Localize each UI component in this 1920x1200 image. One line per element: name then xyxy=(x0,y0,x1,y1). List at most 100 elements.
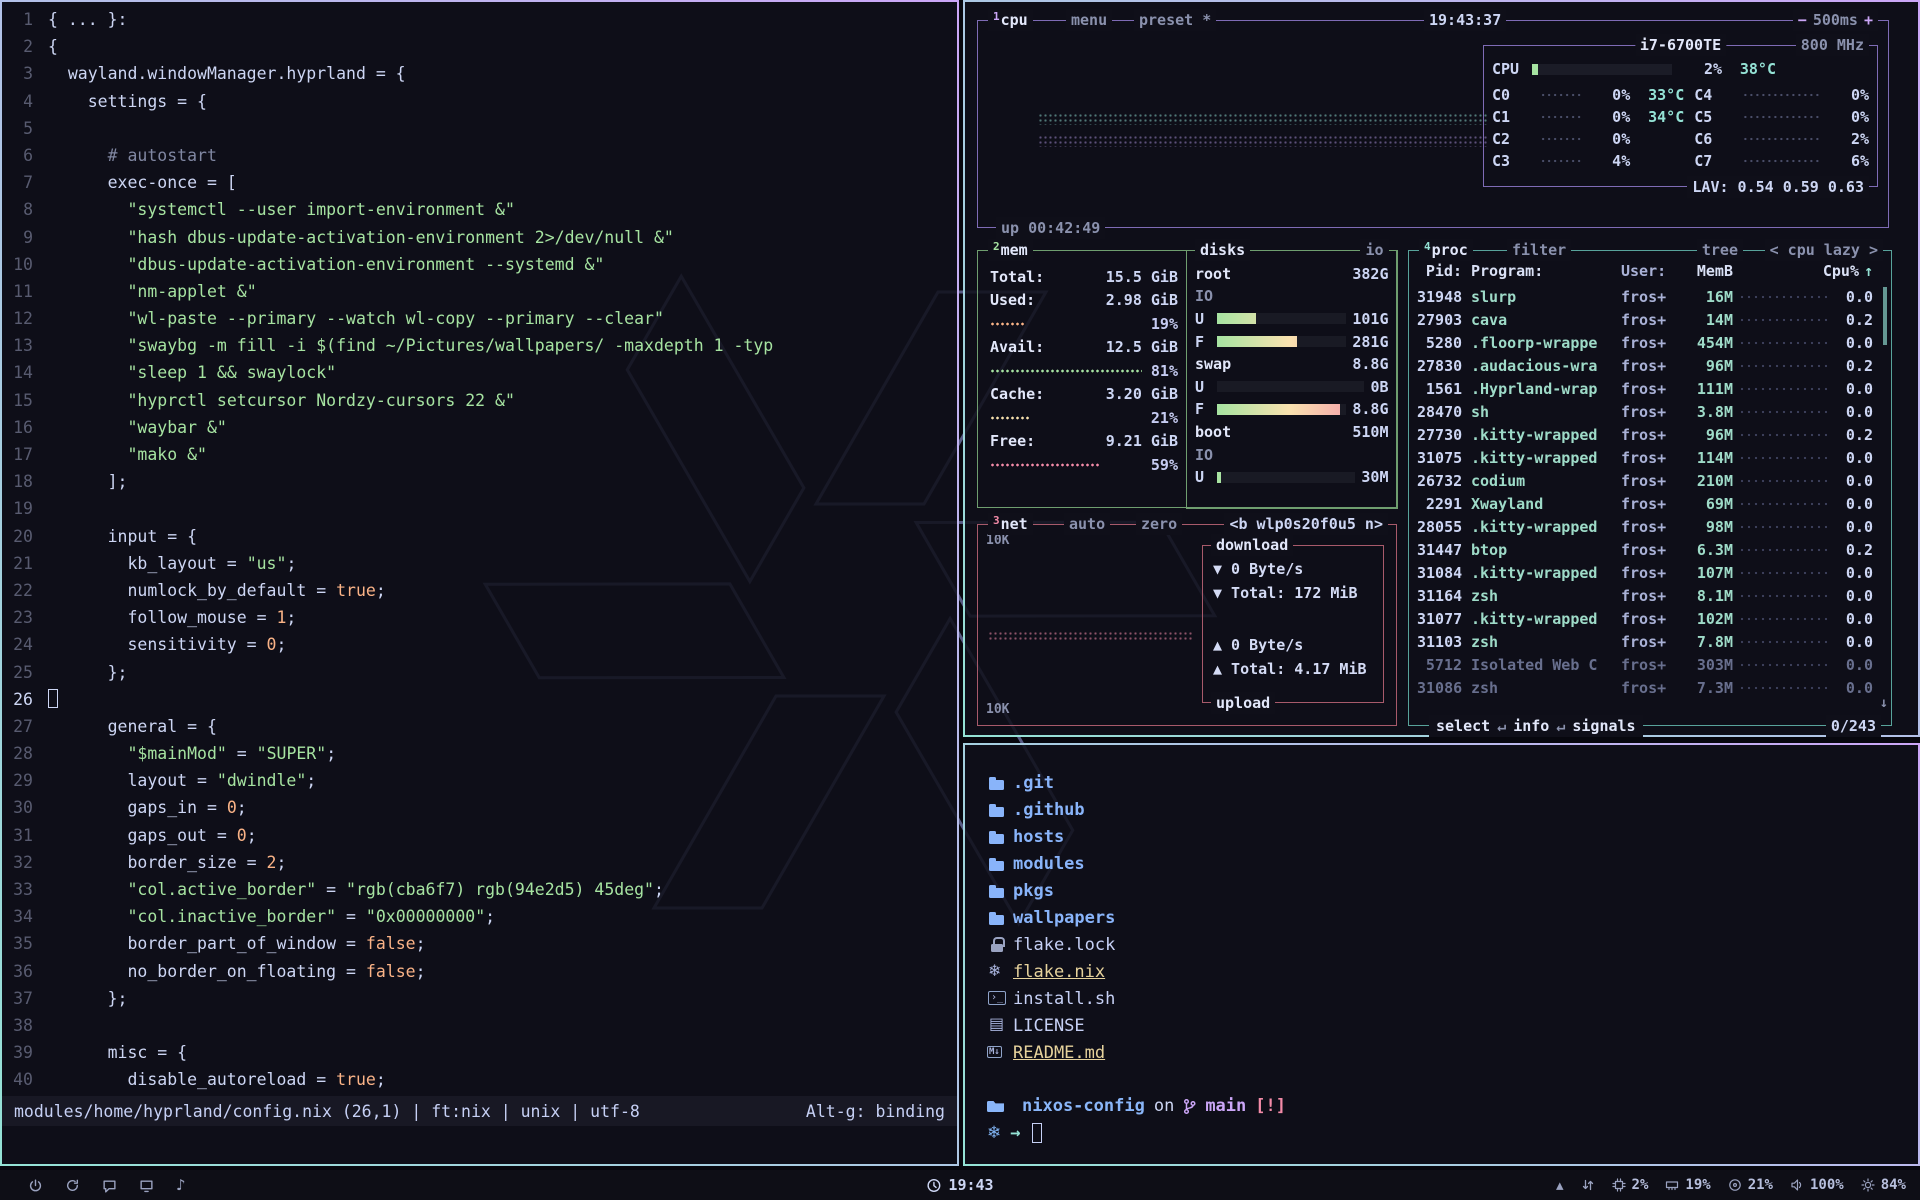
code-line[interactable]: 16 "waybar &" xyxy=(2,414,957,441)
proc-scrollbar[interactable] xyxy=(1883,287,1887,345)
process-row[interactable]: 31447btopfros+6.3M0.2 xyxy=(1417,538,1873,561)
process-row[interactable]: 27903cavafros+14M0.2 xyxy=(1417,308,1873,331)
code-line[interactable]: 27 general = { xyxy=(2,713,957,740)
process-row[interactable]: 26732codiumfros+210M0.0 xyxy=(1417,469,1873,492)
code-area[interactable]: 1{ ... }:2{3 wayland.windowManager.hyprl… xyxy=(2,6,957,1094)
cpu-box-title[interactable]: 1cpu xyxy=(988,9,1033,31)
signals-action[interactable]: signals xyxy=(1572,717,1635,735)
code-line[interactable]: 36 no_border_on_floating = false; xyxy=(2,958,957,985)
display-icon[interactable] xyxy=(139,1178,154,1193)
header-pid[interactable]: Pid: xyxy=(1417,262,1471,280)
process-row[interactable]: 31075.kitty-wrappedfros+114M0.0 xyxy=(1417,446,1873,469)
process-row[interactable]: 5712Isolated Web Cfros+303M0.0 xyxy=(1417,653,1873,676)
code-line[interactable]: 30 gaps_in = 0; xyxy=(2,794,957,821)
proc-footer-actions[interactable]: select↵info↵signals xyxy=(1429,715,1643,737)
header-memory[interactable]: MemB xyxy=(1681,262,1733,280)
code-line[interactable]: 33 "col.active_border" = "rgb(cba6f7) rg… xyxy=(2,876,957,903)
scroll-down-icon[interactable]: ↓ xyxy=(1880,695,1888,711)
code-line[interactable]: 39 misc = { xyxy=(2,1039,957,1066)
process-row[interactable]: 31086zshfros+7.3M0.0 xyxy=(1417,676,1873,699)
tray-expand-icon[interactable]: ▴ xyxy=(1556,1176,1564,1194)
preset-button[interactable]: preset * xyxy=(1134,9,1216,31)
music-icon[interactable]: ♪ xyxy=(176,1176,186,1194)
process-row[interactable]: 27730.kitty-wrappedfros+96M0.2 xyxy=(1417,423,1873,446)
brightness-module[interactable]: 84% xyxy=(1861,1177,1906,1193)
code-line[interactable]: 17 "mako &" xyxy=(2,441,957,468)
code-line[interactable]: 12 "wl-paste --primary --watch wl-copy -… xyxy=(2,305,957,332)
header-cpu[interactable]: Cpu% xyxy=(1821,262,1859,280)
code-line[interactable]: 9 "hash dbus-update-activation-environme… xyxy=(2,224,957,251)
process-row[interactable]: 1561.Hyprland-wrapfros+111M0.0 xyxy=(1417,377,1873,400)
header-program[interactable]: Program: xyxy=(1471,262,1621,280)
code-line[interactable]: 28 "$mainMod" = "SUPER"; xyxy=(2,740,957,767)
code-line[interactable]: 8 "systemctl --user import-environment &… xyxy=(2,196,957,223)
select-action[interactable]: select xyxy=(1436,717,1490,735)
code-line[interactable]: 25 }; xyxy=(2,659,957,686)
volume-module[interactable]: 100% xyxy=(1790,1177,1844,1193)
code-line[interactable]: 19 xyxy=(2,495,957,522)
net-auto-button[interactable]: auto xyxy=(1064,513,1110,535)
process-row[interactable]: 31077.kitty-wrappedfros+102M0.0 xyxy=(1417,607,1873,630)
code-line[interactable]: 40 disable_autoreload = true; xyxy=(2,1066,957,1093)
shell-input-line[interactable]: ❄ → xyxy=(987,1123,1918,1143)
code-line[interactable]: 1{ ... }: xyxy=(2,6,957,33)
info-action[interactable]: info xyxy=(1513,717,1549,735)
header-user[interactable]: User: xyxy=(1621,262,1681,280)
interval-increase[interactable]: + xyxy=(1864,11,1873,29)
proc-sort-selector[interactable]: < cpu lazy > xyxy=(1765,239,1883,261)
code-line[interactable]: 11 "nm-applet &" xyxy=(2,278,957,305)
net-zero-button[interactable]: zero xyxy=(1136,513,1182,535)
code-line[interactable]: 23 follow_mouse = 1; xyxy=(2,604,957,631)
cpu-usage-module[interactable]: 2% xyxy=(1612,1177,1649,1193)
code-line[interactable]: 4 settings = { xyxy=(2,88,957,115)
menu-button[interactable]: menu xyxy=(1066,9,1112,31)
proc-box-title[interactable]: 4proc xyxy=(1419,239,1473,261)
disks-io-toggle[interactable]: io xyxy=(1360,239,1388,261)
code-line[interactable]: 14 "sleep 1 && swaylock" xyxy=(2,359,957,386)
net-box-title[interactable]: 3net xyxy=(988,513,1033,535)
process-row[interactable]: 27830.audacious-wrafros+96M0.2 xyxy=(1417,354,1873,377)
chat-icon[interactable] xyxy=(102,1178,117,1193)
power-icon[interactable] xyxy=(28,1178,43,1193)
code-line[interactable]: 15 "hyprctl setcursor Nordzy-cursors 22 … xyxy=(2,387,957,414)
taskbar-clock[interactable]: 19:43 xyxy=(926,1176,993,1194)
code-line[interactable]: 2{ xyxy=(2,33,957,60)
process-row[interactable]: 31164zshfros+8.1M0.0 xyxy=(1417,584,1873,607)
process-row[interactable]: 28470shfros+3.8M0.0 xyxy=(1417,400,1873,423)
reload-icon[interactable] xyxy=(65,1178,80,1193)
code-line[interactable]: 10 "dbus-update-activation-environment -… xyxy=(2,251,957,278)
code-line[interactable]: 38 xyxy=(2,1012,957,1039)
disk-usage-module[interactable]: 21% xyxy=(1728,1177,1773,1193)
process-row[interactable]: 28055.kitty-wrappedfros+98M0.0 xyxy=(1417,515,1873,538)
process-row[interactable]: 31948slurpfros+16M0.0 xyxy=(1417,285,1873,308)
code-line[interactable]: 7 exec-once = [ xyxy=(2,169,957,196)
proc-tree-button[interactable]: tree xyxy=(1697,239,1743,261)
code-line[interactable]: 26 xyxy=(2,686,957,713)
process-row[interactable]: 5280.floorp-wrappefros+454M0.0 xyxy=(1417,331,1873,354)
code-line[interactable]: 24 sensitivity = 0; xyxy=(2,631,957,658)
code-line[interactable]: 20 input = { xyxy=(2,523,957,550)
sort-direction-icon[interactable]: ↑ xyxy=(1859,262,1873,280)
code-line[interactable]: 37 }; xyxy=(2,985,957,1012)
network-icon[interactable] xyxy=(1581,1178,1595,1192)
code-line[interactable]: 21 kb_layout = "us"; xyxy=(2,550,957,577)
proc-filter-button[interactable]: filter xyxy=(1507,239,1571,261)
code-line[interactable]: 31 gaps_out = 0; xyxy=(2,822,957,849)
process-list[interactable]: 31948slurpfros+16M0.027903cavafros+14M0.… xyxy=(1417,285,1873,709)
code-line[interactable]: 13 "swaybg -m fill -i $(find ~/Pictures/… xyxy=(2,332,957,359)
update-interval-control[interactable]: −500ms+ xyxy=(1793,9,1878,31)
disks-title[interactable]: disks xyxy=(1195,239,1250,261)
code-line[interactable]: 32 border_size = 2; xyxy=(2,849,957,876)
code-line[interactable]: 3 wayland.windowManager.hyprland = { xyxy=(2,60,957,87)
code-line[interactable]: 18 ]; xyxy=(2,468,957,495)
process-row[interactable]: 31103zshfros+7.8M0.0 xyxy=(1417,630,1873,653)
code-line[interactable]: 35 border_part_of_window = false; xyxy=(2,930,957,957)
code-line[interactable]: 5 xyxy=(2,115,957,142)
process-row[interactable]: 31084.kitty-wrappedfros+107M0.0 xyxy=(1417,561,1873,584)
mem-box-title[interactable]: 2mem xyxy=(988,239,1033,261)
code-line[interactable]: 22 numlock_by_default = true; xyxy=(2,577,957,604)
process-row[interactable]: 2291Xwaylandfros+69M0.0 xyxy=(1417,492,1873,515)
proc-header[interactable]: Pid: Program: User: MemB Cpu% ↑ xyxy=(1417,259,1873,283)
code-line[interactable]: 34 "col.inactive_border" = "0x00000000"; xyxy=(2,903,957,930)
memory-usage-module[interactable]: 19% xyxy=(1665,1177,1710,1193)
